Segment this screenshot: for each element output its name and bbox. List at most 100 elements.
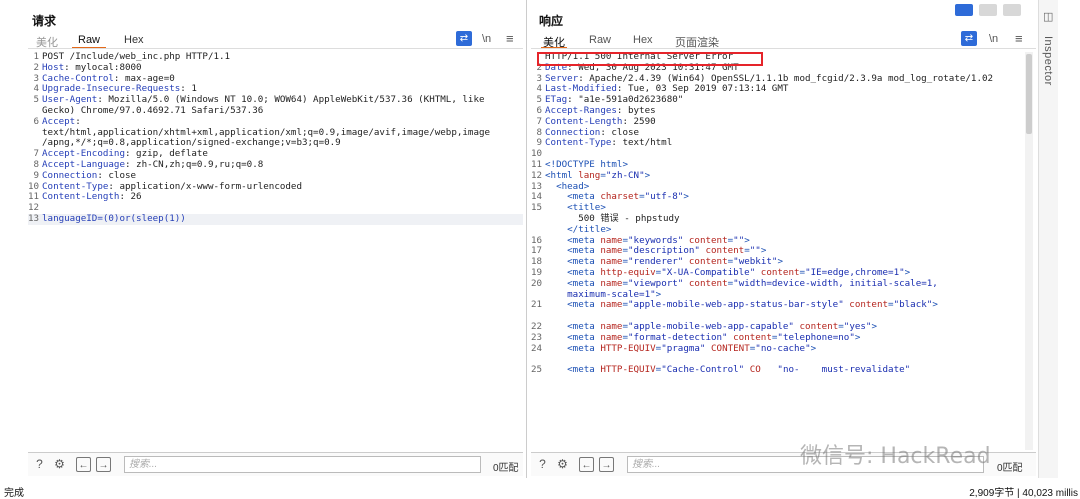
response-code-token: : bytes xyxy=(616,104,656,116)
response-code-token: > xyxy=(932,299,938,311)
response-code-token: <title> xyxy=(545,202,606,214)
response-line-number: 2 xyxy=(536,61,542,73)
request-code-token: Accept-Language xyxy=(42,158,125,170)
settings-gear-icon[interactable]: ⚙ xyxy=(555,457,570,472)
request-tab-raw[interactable]: Raw xyxy=(78,34,100,46)
request-newline-toggle[interactable]: \n xyxy=(482,33,491,45)
response-code-token: <!DOCTYPE html> xyxy=(545,158,628,170)
response-code-token: "width=device-width, initial-scale=1, xyxy=(733,277,938,289)
response-menu-icon[interactable]: ≡ xyxy=(1015,31,1023,46)
response-tab-hex[interactable]: Hex xyxy=(633,34,653,46)
forward-arrow-icon[interactable]: → xyxy=(96,457,111,472)
response-code-token: : close xyxy=(600,126,640,138)
response-code-token: Connection xyxy=(545,126,601,138)
response-code-token: content xyxy=(688,234,728,246)
request-editor[interactable]: 1 POST /Include/web_inc.php HTTP/1.1 2 Host… xyxy=(28,51,523,225)
request-menu-icon[interactable]: ≡ xyxy=(506,31,514,46)
response-line-number: 15 xyxy=(531,202,543,214)
response-scrollbar[interactable] xyxy=(1025,52,1033,450)
response-code-token: HTTP-EQUIV xyxy=(600,364,656,376)
response-code-token: : Wed, 30 Aug 2023 10:31:47 GMT xyxy=(567,61,739,73)
response-code-token: CONTENT xyxy=(711,342,750,354)
response-editor[interactable]: HTTP/1.1 500 Internal Server Error 2 Date:… xyxy=(531,51,1026,376)
request-code-token: : mylocal:8000 xyxy=(64,61,142,73)
back-arrow-icon[interactable]: ← xyxy=(76,457,91,472)
help-icon[interactable]: ? xyxy=(32,457,47,472)
request-tab-hex[interactable]: Hex xyxy=(124,34,144,46)
response-code-token: <meta xyxy=(545,256,601,268)
response-code-token: "yes" xyxy=(843,320,872,332)
response-code-token: > xyxy=(810,342,817,354)
forward-arrow-icon[interactable]: → xyxy=(599,457,614,472)
layout-side-by-side-icon[interactable] xyxy=(955,4,973,16)
response-code-token: "pragma" xyxy=(661,342,706,354)
status-bar: 完成 2,909字节 | 40,023 millis xyxy=(0,479,1080,499)
response-code-token: <meta xyxy=(545,191,601,203)
request-code-line[interactable]: 13 languageID=(0)or(sleep(1)) xyxy=(28,213,523,225)
response-code-token: name xyxy=(600,299,623,311)
request-code-line[interactable]: Gecko) Chrome/97.0.4692.71 Safari/537.36 xyxy=(28,104,523,117)
response-code-line[interactable]: 9 Content-Type: text/html xyxy=(531,137,1026,149)
response-code-token: maximum-scale=1" xyxy=(545,288,656,300)
request-code-token: : application/x-www-form-urlencoded xyxy=(108,180,302,192)
request-code-token: : Mozilla/5.0 (Windows NT 10.0; WOW64) A… xyxy=(97,94,485,106)
pane-divider[interactable] xyxy=(526,0,527,478)
layout-stacked-icon[interactable] xyxy=(979,4,997,16)
request-pane: 请求 美化 Raw Hex ⇄ \n ≡ 1 POST /Include/web_… xyxy=(28,0,523,478)
request-code-token: : 1 xyxy=(180,83,197,95)
response-code-token: "format-detection" xyxy=(628,331,728,343)
response-newline-toggle[interactable]: \n xyxy=(989,33,998,45)
response-scrollbar-thumb[interactable] xyxy=(1026,54,1032,134)
request-code-line[interactable]: 11 Content-Length: 26 xyxy=(28,191,523,203)
request-code-token: : 26 xyxy=(119,191,142,203)
response-code-token: "utf-8" xyxy=(644,191,684,203)
back-arrow-icon[interactable]: ← xyxy=(579,457,594,472)
request-search-input[interactable]: 搜索... xyxy=(124,456,481,473)
layout-tabs-icon[interactable] xyxy=(1003,4,1021,16)
response-line-number: 25 xyxy=(531,364,543,376)
inspector-label[interactable]: Inspector xyxy=(1042,36,1054,86)
response-code-token: content xyxy=(688,277,728,289)
response-code-line[interactable]: 12 <html lang="zh-CN"> xyxy=(531,169,1026,182)
response-wrap-lines-icon[interactable]: ⇄ xyxy=(961,31,977,46)
inspector-toggle-icon[interactable]: ◫ xyxy=(1043,10,1053,23)
response-code-token: "" xyxy=(749,245,761,257)
response-code-token: : Apache/2.4.39 (Win64) OpenSSL/1.1.1b m… xyxy=(578,72,994,84)
response-code-token: Content-Type xyxy=(545,137,612,149)
settings-gear-icon[interactable]: ⚙ xyxy=(52,457,67,472)
response-code-token: <meta xyxy=(545,245,601,257)
response-code-token: "no- must-revalidate" xyxy=(760,364,911,376)
response-code-token: "renderer" xyxy=(628,256,684,268)
request-bottom-bar: ? ⚙ ← → 搜索... 0匹配 xyxy=(28,452,523,476)
request-code-token: Gecko) Chrome/97.0.4692.71 Safari/537.36 xyxy=(42,104,264,116)
response-code-token: Date xyxy=(545,61,568,73)
response-code-token: > xyxy=(644,169,651,181)
response-code-token: : 2590 xyxy=(622,115,656,127)
request-line-number: 2 xyxy=(33,61,39,73)
response-line-number: 20 xyxy=(531,277,543,289)
response-code-line[interactable]: 25 <meta HTTP-EQUIV="Cache-Control" CO "… xyxy=(531,364,1026,376)
request-code-token: POST /Include/web_inc.php HTTP/1.1 xyxy=(42,51,231,62)
request-wrap-lines-icon[interactable]: ⇄ xyxy=(456,31,472,46)
request-line-number: 6 xyxy=(33,115,39,127)
response-code-token: <meta xyxy=(545,266,601,278)
response-code-token: name xyxy=(600,234,623,246)
response-code-token: > xyxy=(760,245,767,257)
response-tab-raw[interactable]: Raw xyxy=(589,34,611,46)
request-tab-separator xyxy=(28,48,523,49)
response-code-token: content xyxy=(705,245,745,257)
help-icon[interactable]: ? xyxy=(535,457,550,472)
inspector-sidebar[interactable]: ◫ Inspector xyxy=(1038,0,1058,478)
response-code-token: "viewport" xyxy=(628,277,684,289)
response-code-token: name xyxy=(600,331,623,343)
response-code-token: > xyxy=(871,320,878,332)
response-code-line[interactable]: 24 <meta HTTP-EQUIV="pragma" CONTENT="no… xyxy=(531,342,1026,355)
response-code-token: "description" xyxy=(628,245,700,257)
right-margin xyxy=(1058,0,1080,478)
response-code-line[interactable]: 21 <meta name="apple-mobile-web-app-stat… xyxy=(531,299,1026,311)
request-tabs: 美化 Raw Hex xyxy=(28,34,523,49)
response-code-token: content xyxy=(688,256,728,268)
response-code-token: HTTP-EQUIV xyxy=(600,342,656,354)
response-code-token: "X-UA-Compatible" xyxy=(661,266,756,278)
response-code-token: : "a1e-591a0d2623680" xyxy=(567,94,684,106)
